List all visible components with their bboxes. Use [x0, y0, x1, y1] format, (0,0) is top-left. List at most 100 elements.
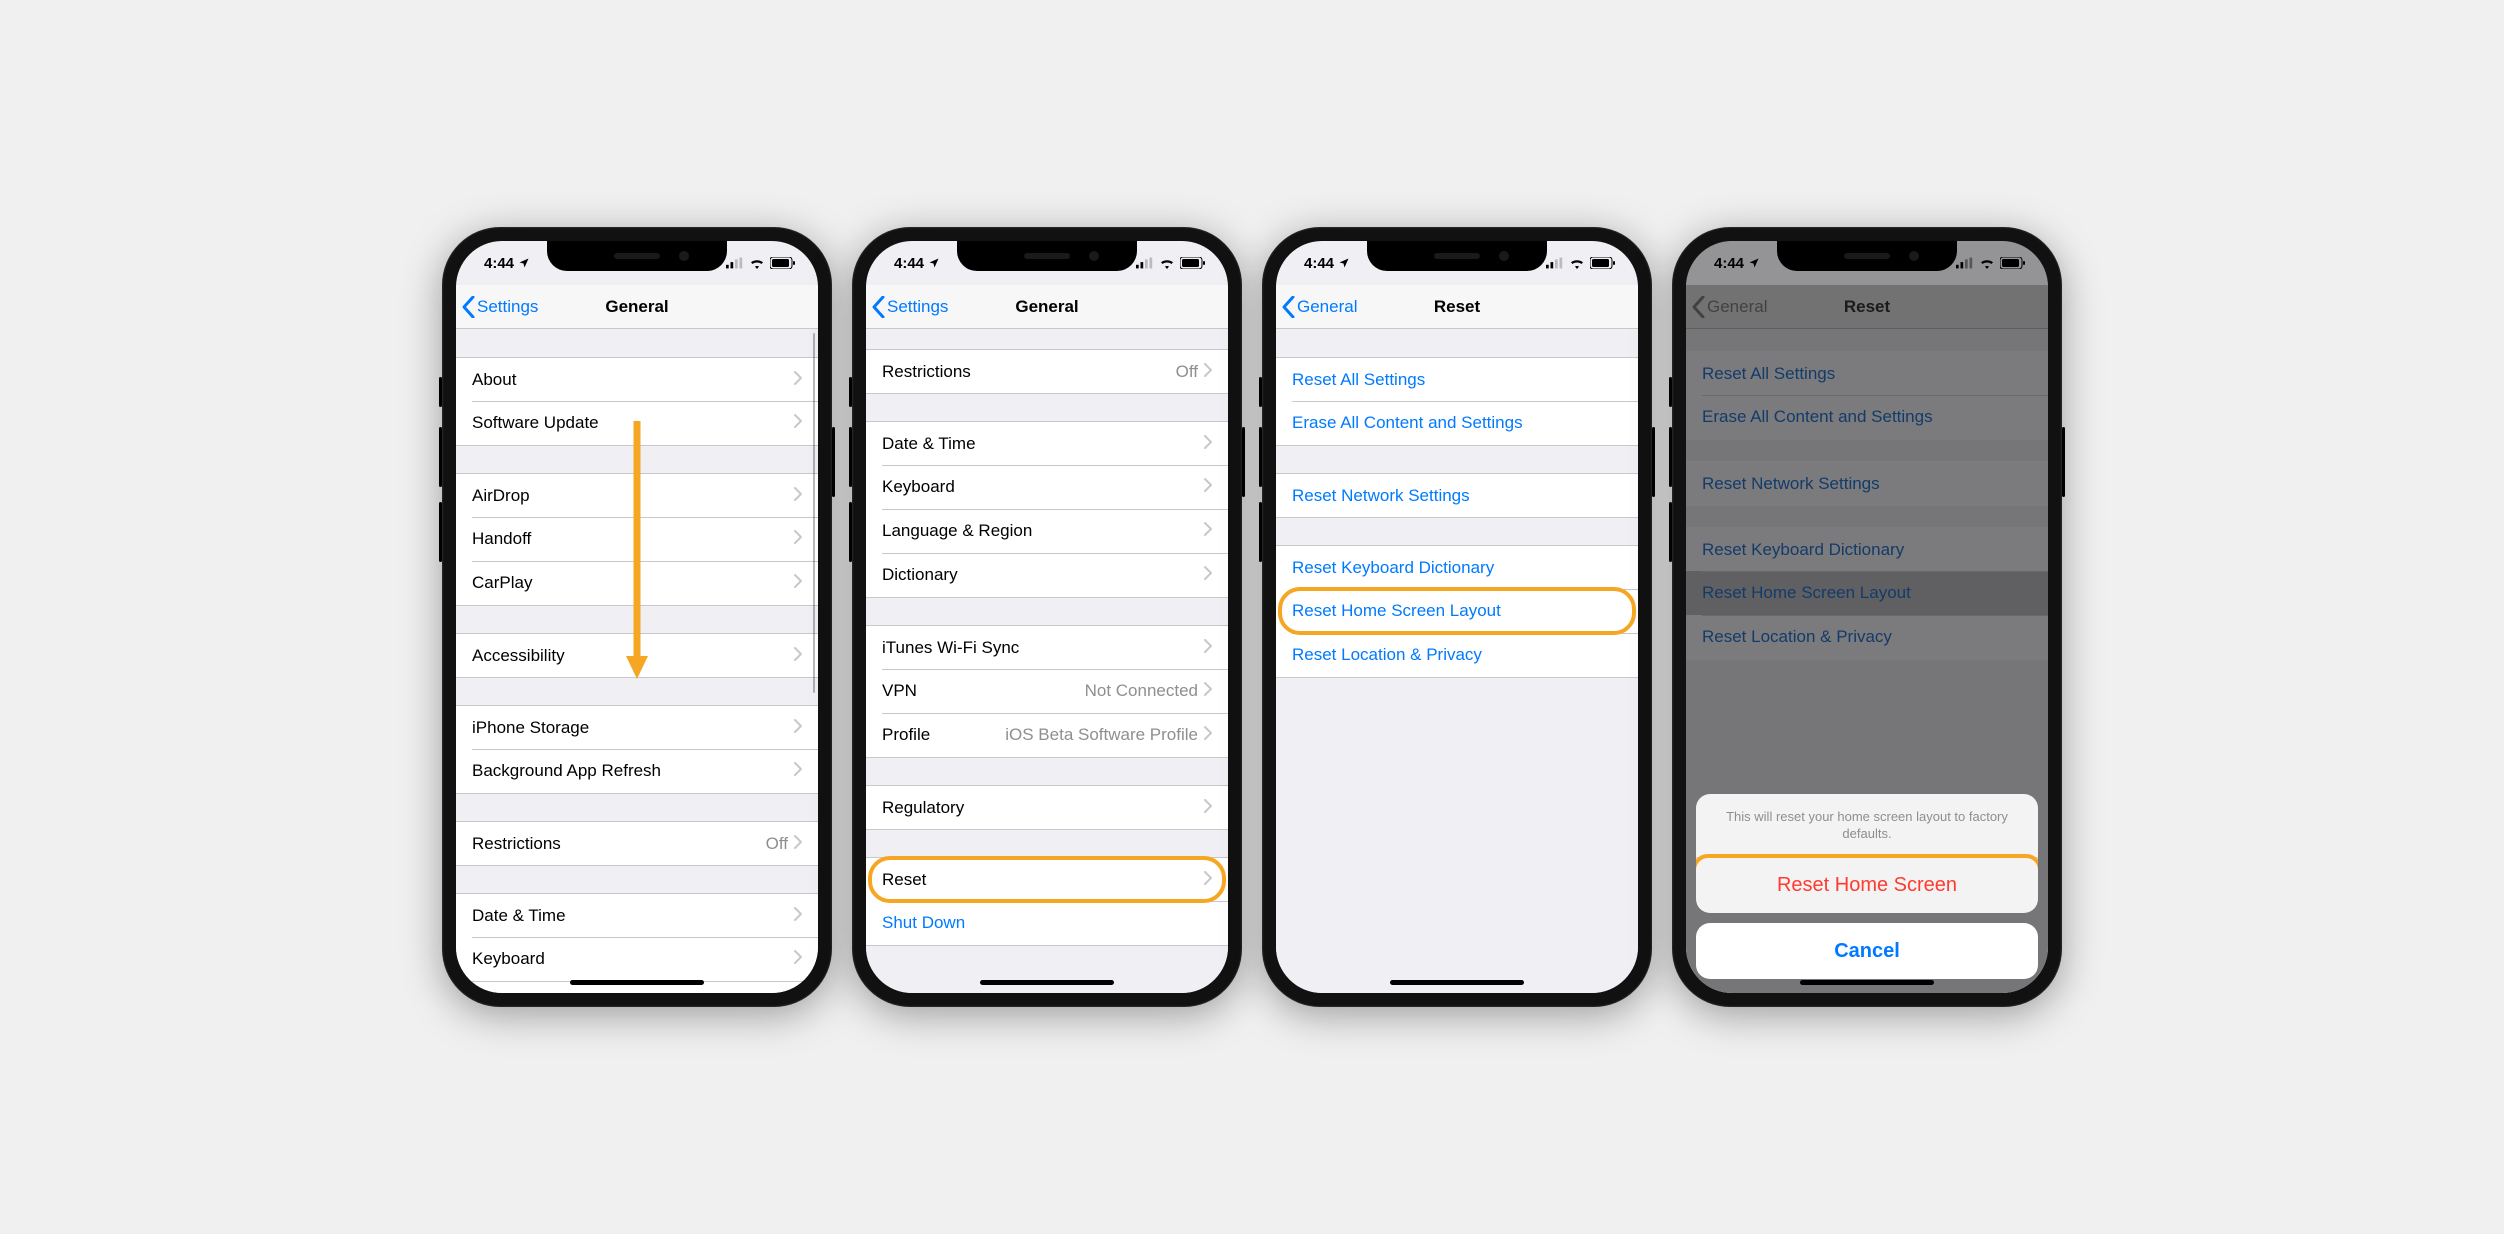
- reset-home-screen-button[interactable]: Reset Home Screen: [1696, 857, 2038, 913]
- row-detail: Not Connected: [1085, 681, 1198, 701]
- wifi-icon: [749, 257, 765, 269]
- nav-bar: Settings General: [456, 285, 818, 329]
- chevron-right-icon: [1204, 798, 1212, 818]
- action-sheet-cancel-label: Cancel: [1834, 940, 1900, 963]
- row-label: Regulatory: [882, 798, 1204, 818]
- settings-row[interactable]: Keyboard: [456, 937, 818, 981]
- row-label: Reset Network Settings: [1292, 486, 1622, 506]
- chevron-right-icon: [794, 949, 802, 969]
- settings-row[interactable]: Accessibility: [456, 633, 818, 677]
- row-label: VPN: [882, 681, 1085, 701]
- settings-row[interactable]: CarPlay: [456, 561, 818, 605]
- row-label: Language & Region: [882, 521, 1204, 541]
- location-icon: [518, 257, 530, 269]
- chevron-right-icon: [794, 573, 802, 593]
- row-label: CarPlay: [472, 573, 794, 593]
- settings-row[interactable]: Regulatory: [866, 785, 1228, 829]
- row-detail: iOS Beta Software Profile: [1005, 725, 1198, 745]
- chevron-right-icon: [1204, 362, 1212, 382]
- settings-row[interactable]: Date & Time: [456, 893, 818, 937]
- back-button[interactable]: General: [1276, 296, 1357, 318]
- settings-row[interactable]: Keyboard: [866, 465, 1228, 509]
- settings-row[interactable]: Reset: [866, 857, 1228, 901]
- phone-frame-1: 4:44: [442, 227, 832, 1007]
- chevron-right-icon: [1204, 565, 1212, 585]
- settings-row[interactable]: Reset All Settings: [1276, 357, 1638, 401]
- settings-row[interactable]: Reset Location & Privacy: [1276, 633, 1638, 677]
- status-time: 4:44: [484, 255, 514, 272]
- screen-2: 4:44 Settings General RestrictionsOffDat…: [866, 241, 1228, 993]
- settings-row[interactable]: Language & Region: [866, 509, 1228, 553]
- settings-row[interactable]: Background App Refresh: [456, 749, 818, 793]
- settings-row[interactable]: ProfileiOS Beta Software Profile: [866, 713, 1228, 757]
- settings-row[interactable]: Erase All Content and Settings: [1276, 401, 1638, 445]
- settings-row[interactable]: Shut Down: [866, 901, 1228, 945]
- nav-bar: Settings General: [866, 285, 1228, 329]
- back-button[interactable]: Settings: [866, 296, 948, 318]
- scroll-indicator: [813, 333, 816, 693]
- row-label: Software Update: [472, 413, 794, 433]
- row-label: Dictionary: [882, 565, 1204, 585]
- chevron-right-icon: [1204, 725, 1212, 745]
- row-detail: Off: [1176, 362, 1198, 382]
- chevron-right-icon: [1204, 681, 1212, 701]
- notch: [1367, 241, 1547, 271]
- settings-row[interactable]: VPNNot Connected: [866, 669, 1228, 713]
- screen-4: 4:44 General Reset Reset All SettingsEra…: [1686, 241, 2048, 993]
- battery-icon: [1590, 257, 1616, 269]
- settings-row[interactable]: Date & Time: [866, 421, 1228, 465]
- row-label: Reset: [882, 870, 1204, 890]
- settings-row[interactable]: Reset Network Settings: [1276, 473, 1638, 517]
- chevron-right-icon: [794, 486, 802, 506]
- back-label: General: [1297, 297, 1357, 317]
- settings-row[interactable]: Dictionary: [866, 553, 1228, 597]
- screen-3: 4:44 General Reset Reset All SettingsEra…: [1276, 241, 1638, 993]
- settings-row[interactable]: RestrictionsOff: [866, 349, 1228, 393]
- location-icon: [1338, 257, 1350, 269]
- action-sheet-group: This will reset your home screen layout …: [1696, 794, 2038, 913]
- settings-list[interactable]: About Software Update AirDrop Handoff CarPla…: [456, 329, 818, 993]
- screen-1: 4:44: [456, 241, 818, 993]
- action-sheet-confirm-label: Reset Home Screen: [1777, 874, 1957, 897]
- chevron-right-icon: [794, 529, 802, 549]
- settings-row[interactable]: About: [456, 357, 818, 401]
- cancel-button[interactable]: Cancel: [1696, 923, 2038, 979]
- settings-row[interactable]: iPhone Storage: [456, 705, 818, 749]
- settings-row[interactable]: AirDrop: [456, 473, 818, 517]
- row-label: Shut Down: [882, 913, 1212, 933]
- row-label: Reset Home Screen Layout: [1292, 601, 1622, 621]
- settings-row[interactable]: Reset Home Screen Layout: [1276, 589, 1638, 633]
- phone-gallery: 4:44: [442, 227, 2062, 1007]
- settings-row[interactable]: Reset Keyboard Dictionary: [1276, 545, 1638, 589]
- chevron-right-icon: [794, 413, 802, 433]
- cellular-signal-icon: [1136, 257, 1154, 269]
- chevron-right-icon: [794, 906, 802, 926]
- row-label: Reset Location & Privacy: [1292, 645, 1622, 665]
- action-sheet-message: This will reset your home screen layout …: [1696, 794, 2038, 857]
- row-label: iPhone Storage: [472, 718, 794, 738]
- settings-row[interactable]: RestrictionsOff: [456, 821, 818, 865]
- settings-row[interactable]: iTunes Wi-Fi Sync: [866, 625, 1228, 669]
- settings-list[interactable]: Reset All SettingsErase All Content and …: [1276, 329, 1638, 993]
- home-indicator[interactable]: [570, 980, 704, 985]
- chevron-right-icon: [1204, 434, 1212, 454]
- home-indicator[interactable]: [1390, 980, 1524, 985]
- back-button[interactable]: Settings: [456, 296, 538, 318]
- row-label: Date & Time: [472, 906, 794, 926]
- chevron-right-icon: [1204, 477, 1212, 497]
- chevron-right-icon: [1204, 638, 1212, 658]
- phone-frame-2: 4:44 Settings General RestrictionsOffDat…: [852, 227, 1242, 1007]
- row-detail: Off: [766, 834, 788, 854]
- row-label: AirDrop: [472, 486, 794, 506]
- row-label: Background App Refresh: [472, 761, 794, 781]
- home-indicator[interactable]: [1800, 980, 1934, 985]
- settings-row[interactable]: Software Update: [456, 401, 818, 445]
- settings-row[interactable]: Handoff: [456, 517, 818, 561]
- settings-list[interactable]: RestrictionsOff Date & TimeKeyboard Langua…: [866, 329, 1228, 993]
- chevron-right-icon: [1204, 521, 1212, 541]
- row-label: Accessibility: [472, 646, 794, 666]
- row-label: Reset Keyboard Dictionary: [1292, 558, 1622, 578]
- row-label: Keyboard: [472, 949, 794, 969]
- home-indicator[interactable]: [980, 980, 1114, 985]
- chevron-right-icon: [1204, 870, 1212, 890]
